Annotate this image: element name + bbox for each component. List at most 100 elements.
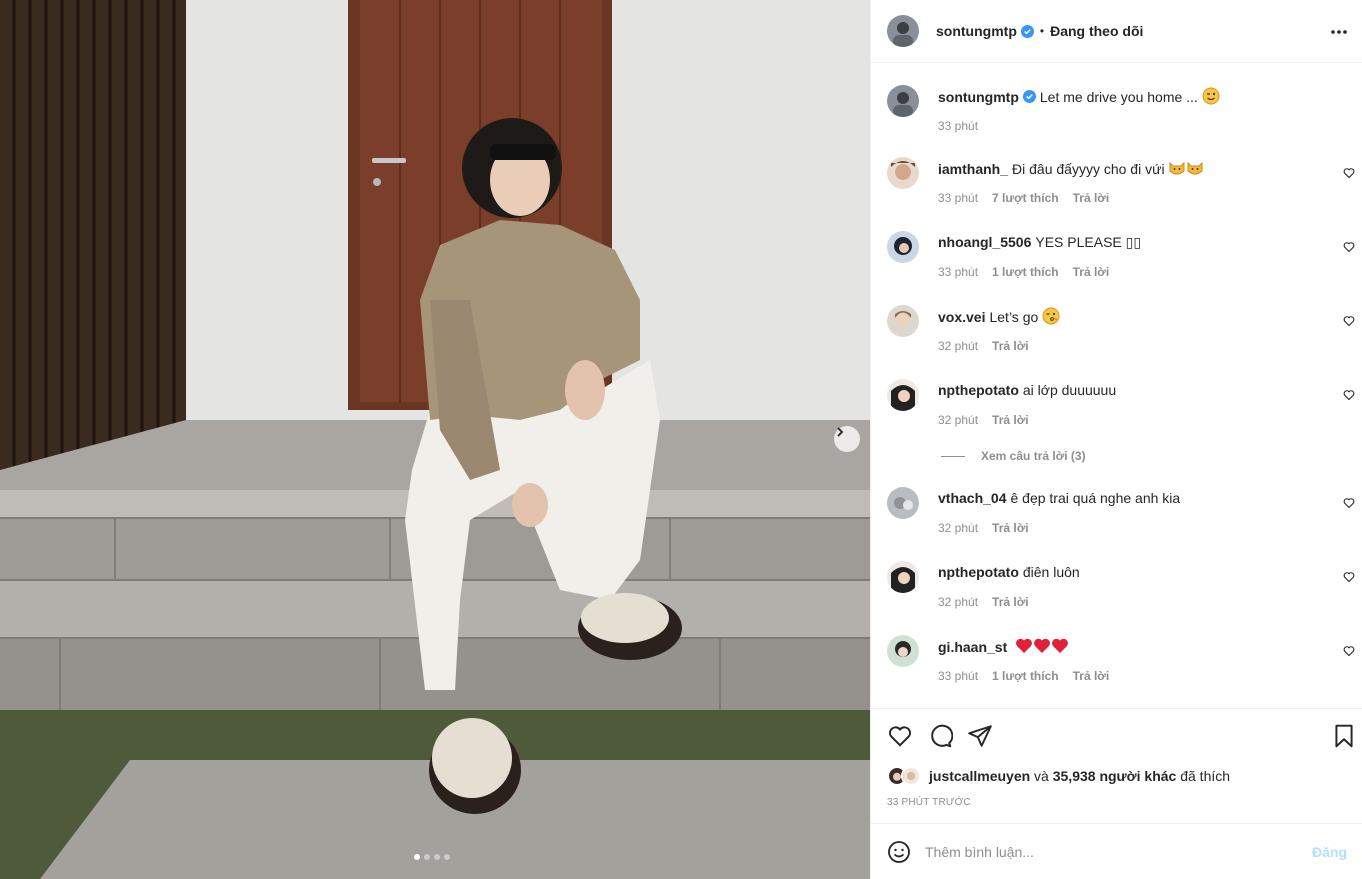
bookmark-icon[interactable] [1331, 723, 1357, 749]
more-horizontal-icon[interactable] [1329, 22, 1349, 42]
view-replies-button[interactable]: Xem câu trả lời (3) [941, 449, 1086, 463]
post-comment-button[interactable]: Đăng [1312, 844, 1347, 860]
comment-username[interactable]: npthepotato [938, 382, 1019, 398]
commenter-avatar[interactable] [887, 157, 919, 189]
commenter-avatar[interactable] [887, 487, 919, 519]
comment-time: 32 phút [938, 413, 979, 427]
heart-icon[interactable] [1343, 241, 1355, 253]
reply-button[interactable]: Trả lời [992, 595, 1029, 609]
reply-button[interactable]: Trả lời [992, 413, 1029, 427]
kissing-face-icon [1042, 307, 1060, 325]
heart-icon[interactable] [1343, 315, 1355, 327]
comment-item: vthach_04 ê đẹp trai quá nghe anh kia 32 … [887, 487, 1355, 547]
liker-avatar [901, 766, 921, 786]
comment-item: npthepotato ai lớp duuuuuu 32 phút Trả lờ… [887, 379, 1355, 439]
verified-badge-icon [1020, 24, 1034, 38]
reply-button[interactable]: Trả lời [1073, 265, 1110, 279]
follow-status-button[interactable]: Đang theo dõi [1050, 23, 1143, 39]
carousel-dot [434, 854, 440, 860]
commenter-avatar[interactable] [887, 379, 919, 411]
post-timestamp[interactable]: 33 PHÚT TRƯỚC [887, 797, 971, 808]
red-heart-icon [1016, 638, 1033, 653]
comment-item: npthepotato điên luôn 32 phút Trả lời [887, 561, 1355, 621]
reply-button[interactable]: Trả lời [1073, 191, 1110, 205]
heart-icon[interactable] [1343, 389, 1355, 401]
comment-text: Let’s go [989, 309, 1039, 325]
heart-icon[interactable] [1343, 167, 1355, 179]
comment-time: 33 phút [938, 265, 979, 279]
comment-text: ai lớp duuuuuu [1022, 382, 1117, 398]
author-username[interactable]: sontungmtp [936, 23, 1017, 39]
comments-list[interactable]: sontungmtp Let me drive you home ... 33 p… [871, 63, 1362, 708]
reply-button[interactable]: Trả lời [992, 339, 1029, 353]
liker-username[interactable]: justcallmeuyen [929, 768, 1030, 784]
caption-username[interactable]: sontungmtp [938, 89, 1019, 105]
comment-text: Đi đâu đấyyyy cho đi vứi [1012, 161, 1165, 177]
comment-text: YES PLEASE ▯▯ [1035, 234, 1142, 250]
comment-username[interactable]: vthach_04 [938, 490, 1006, 506]
comment-username[interactable]: gi.haan_st [938, 639, 1007, 655]
comment-bubble-icon[interactable] [927, 723, 953, 749]
liked-by-connector: và [1034, 768, 1049, 784]
comment-username[interactable]: nhoangl_5506 [938, 234, 1031, 250]
comment-item: gi.haan_st 33 phút 1 lượt thích Trả lời [887, 635, 1355, 695]
paper-plane-icon[interactable] [967, 723, 993, 749]
commenter-avatar[interactable] [887, 231, 919, 263]
cat-face-icon [1169, 161, 1185, 175]
author-avatar[interactable] [887, 15, 919, 47]
carousel-dot [424, 854, 430, 860]
commenter-avatar[interactable] [887, 305, 919, 337]
liked-by-suffix: đã thích [1180, 768, 1231, 784]
view-replies-label: Xem câu trả lời (3) [981, 449, 1086, 463]
comment-time: 32 phút [938, 521, 979, 535]
red-heart-icon [1034, 638, 1051, 653]
heart-icon[interactable] [1343, 571, 1355, 583]
comment-like-count[interactable]: 1 lượt thích [992, 265, 1059, 279]
comment-item: vox.vei Let’s go 32 phút Trả lời [887, 305, 1355, 365]
comment-time: 32 phút [938, 339, 979, 353]
comment-text: điên luôn [1022, 564, 1080, 580]
header-separator: • [1039, 24, 1045, 38]
winking-face-icon [1202, 87, 1220, 105]
comment-time: 33 phút [938, 191, 979, 205]
heart-icon[interactable] [1343, 497, 1355, 509]
comment-item: nhoangl_5506 YES PLEASE ▯▯ 33 phút 1 lượt… [887, 231, 1355, 291]
comment-input[interactable]: Thêm bình luận... [925, 834, 1312, 870]
cat-face-icon [1187, 161, 1203, 175]
comment-text: ê đẹp trai quá nghe anh kia [1010, 490, 1181, 506]
reply-button[interactable]: Trả lời [1073, 669, 1110, 683]
comment-composer: Thêm bình luận... Đăng [871, 823, 1362, 879]
commenter-avatar[interactable] [887, 635, 919, 667]
heart-icon[interactable] [887, 723, 913, 749]
author-avatar[interactable] [887, 85, 919, 117]
comment-like-count[interactable]: 7 lượt thích [992, 191, 1059, 205]
photo-illustration [0, 0, 870, 879]
comment-username[interactable]: iamthanh_ [938, 161, 1008, 177]
comment-like-count[interactable]: 1 lượt thích [992, 669, 1059, 683]
carousel-indicator [414, 854, 450, 860]
caption-text: Let me drive you home ... [1039, 89, 1198, 105]
smiley-icon[interactable] [887, 840, 911, 864]
red-heart-icon [1052, 638, 1069, 653]
commenter-avatar[interactable] [887, 561, 919, 593]
reply-button[interactable]: Trả lời [992, 521, 1029, 535]
comment-item: iamthanh_ Đi đâu đấyyyy cho đi vứi 33 phú… [887, 157, 1355, 217]
post-photo[interactable] [0, 0, 870, 879]
replies-divider [941, 455, 965, 457]
action-bar [871, 708, 1362, 763]
others-count[interactable]: 35,938 người khác [1053, 768, 1177, 784]
liked-by-text: justcallmeuyen và 35,938 người khác đã t… [929, 768, 1230, 784]
chevron-right-icon [837, 427, 844, 437]
liked-by-summary[interactable]: justcallmeuyen và 35,938 người khác đã t… [887, 765, 1230, 787]
post-modal: sontungmtp • Đang theo dõi sontungmtp Let… [0, 0, 1362, 879]
carousel-dot [414, 854, 420, 860]
comment-username[interactable]: npthepotato [938, 564, 1019, 580]
caption-time: 33 phút [938, 119, 979, 133]
caption-item: sontungmtp Let me drive you home ... 33 p… [887, 85, 1355, 145]
verified-badge-icon [1022, 90, 1036, 103]
comment-time: 33 phút [938, 669, 979, 683]
comment-username[interactable]: vox.vei [938, 309, 985, 325]
next-image-button[interactable] [834, 426, 860, 452]
carousel-dot [444, 854, 450, 860]
heart-icon[interactable] [1343, 645, 1355, 657]
